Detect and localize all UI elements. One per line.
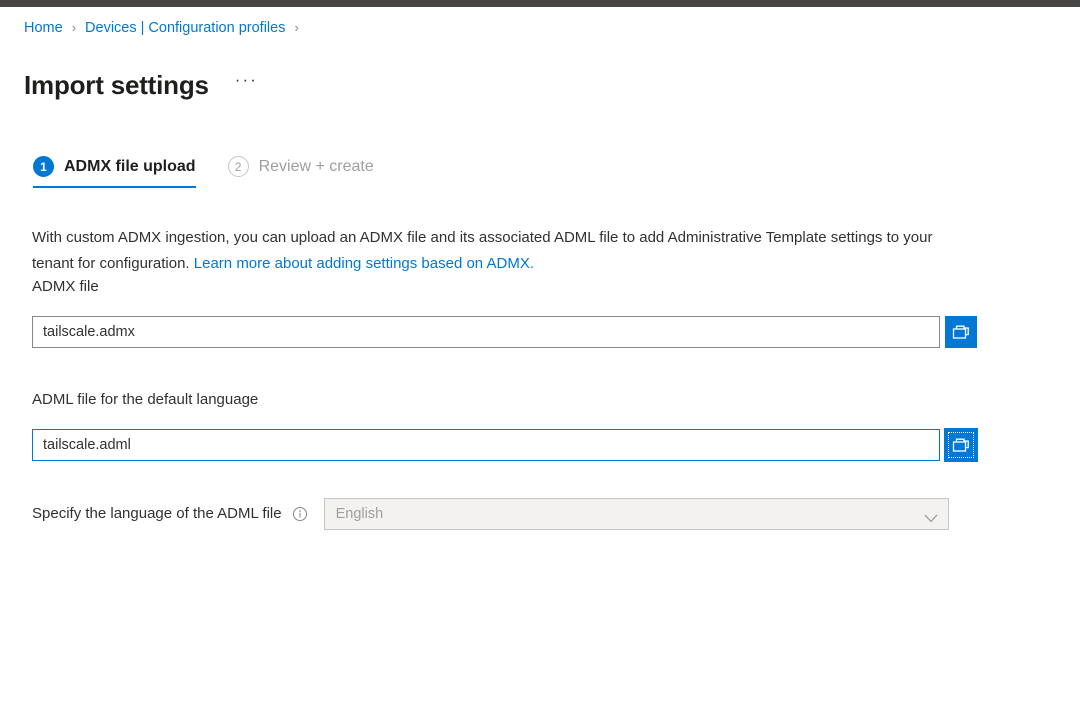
admx-file-row [32, 316, 977, 348]
breadcrumb-item-devices-configuration-profiles[interactable]: Devices | Configuration profiles [85, 18, 285, 38]
adml-language-selected-value: English [336, 504, 384, 524]
breadcrumb-item-home[interactable]: Home [24, 18, 63, 38]
wizard-tabs: 1 ADMX file upload 2 Review + create [33, 156, 374, 188]
step-number-badge: 2 [228, 156, 249, 177]
adml-language-select[interactable]: English [324, 498, 949, 530]
tab-admx-file-upload[interactable]: 1 ADMX file upload [33, 156, 196, 188]
breadcrumb-separator-icon: › [72, 18, 76, 38]
breadcrumb: Home › Devices | Configuration profiles … [24, 18, 308, 38]
open-folder-icon [952, 324, 970, 340]
description-text: With custom ADMX ingestion, you can uplo… [32, 225, 977, 277]
window-chrome-bar [0, 0, 1080, 7]
adml-file-label: ADML file for the default language [32, 390, 258, 410]
import-settings-page: Home › Devices | Configuration profiles … [0, 0, 1080, 715]
tab-review-create[interactable]: 2 Review + create [228, 156, 374, 188]
admx-browse-folder-button[interactable] [945, 316, 977, 348]
tab-label: ADMX file upload [64, 156, 196, 177]
page-title: Import settings [24, 69, 209, 101]
adml-file-input[interactable] [32, 429, 940, 461]
adml-browse-folder-button[interactable] [945, 429, 977, 461]
chevron-down-icon [924, 510, 938, 519]
open-folder-icon [952, 437, 970, 453]
info-icon[interactable] [292, 506, 308, 522]
learn-more-link[interactable]: Learn more about adding settings based o… [194, 255, 534, 272]
tab-label: Review + create [259, 156, 374, 177]
breadcrumb-separator-icon: › [294, 18, 298, 38]
admx-file-label: ADMX file [32, 277, 99, 297]
page-header: Import settings ··· [24, 52, 262, 119]
more-actions-icon[interactable]: ··· [231, 68, 262, 92]
admx-file-input[interactable] [32, 316, 940, 348]
adml-language-row: Specify the language of the ADML file En… [32, 498, 949, 530]
adml-file-row [32, 429, 977, 461]
adml-language-label: Specify the language of the ADML file [32, 504, 282, 524]
step-number-badge: 1 [33, 156, 54, 177]
